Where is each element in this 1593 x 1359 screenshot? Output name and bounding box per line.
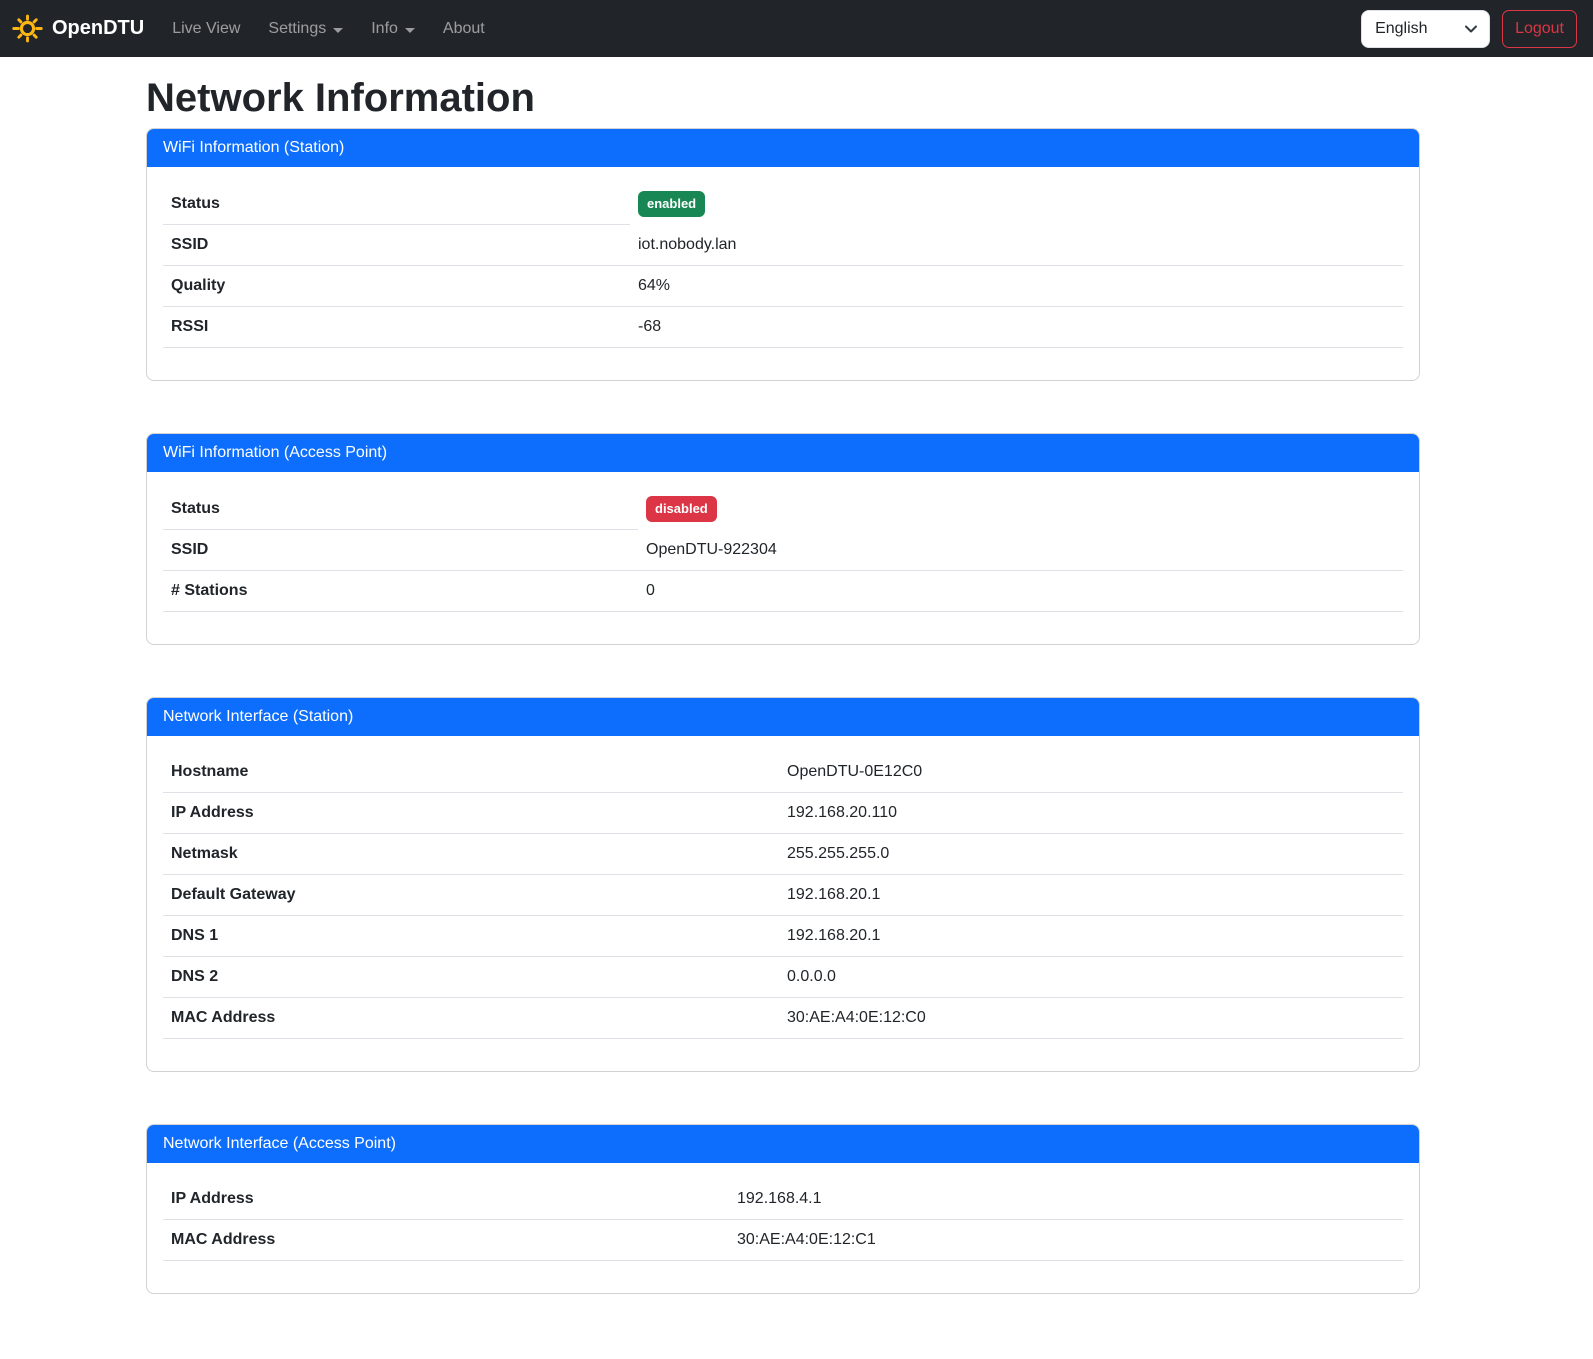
language-select[interactable]: English bbox=[1361, 10, 1490, 48]
row-label: SSID bbox=[163, 225, 630, 266]
row-value: disabled bbox=[638, 488, 1403, 530]
card-header: Network Interface (Access Point) bbox=[147, 1125, 1419, 1163]
info-card: Network Interface (Access Point) IP Addr… bbox=[146, 1124, 1420, 1294]
card-header: WiFi Information (Access Point) bbox=[147, 434, 1419, 472]
row-label: DNS 1 bbox=[163, 916, 779, 957]
nav-item-label: Live View bbox=[172, 20, 240, 38]
row-value: 30:AE:A4:0E:12:C1 bbox=[729, 1220, 1403, 1261]
cards: WiFi Information (Station) Status enable… bbox=[146, 128, 1420, 1294]
row-value: 255.255.255.0 bbox=[779, 834, 1403, 875]
row-value: 192.168.20.110 bbox=[779, 793, 1403, 834]
info-card: WiFi Information (Access Point) Status d… bbox=[146, 433, 1420, 645]
brand-logo[interactable]: OpenDTU bbox=[12, 13, 144, 44]
row-label: Default Gateway bbox=[163, 875, 779, 916]
row-label: IP Address bbox=[163, 793, 779, 834]
row-value: 0 bbox=[638, 571, 1403, 612]
status-badge: enabled bbox=[638, 191, 705, 217]
nav-item-label: About bbox=[443, 20, 485, 38]
card-title: Network Interface (Station) bbox=[163, 708, 353, 725]
nav-item-info[interactable]: Info bbox=[357, 12, 429, 46]
card-body: IP Address 192.168.4.1 MAC Address 30:AE… bbox=[147, 1163, 1419, 1293]
table-row: Status disabled bbox=[163, 488, 1403, 530]
row-value: 64% bbox=[630, 266, 1403, 307]
info-table: Status disabled SSID OpenDTU-922304 # St… bbox=[163, 488, 1403, 612]
card-title: Network Interface (Access Point) bbox=[163, 1135, 396, 1152]
card-header: WiFi Information (Station) bbox=[147, 129, 1419, 167]
nav-menu: Live View Settings Info About bbox=[158, 12, 499, 46]
row-label: RSSI bbox=[163, 307, 630, 348]
table-row: Status enabled bbox=[163, 183, 1403, 225]
table-row: # Stations 0 bbox=[163, 571, 1403, 612]
nav-item-label: Info bbox=[371, 20, 398, 38]
chevron-down-icon bbox=[405, 28, 415, 33]
table-row: MAC Address 30:AE:A4:0E:12:C0 bbox=[163, 998, 1403, 1039]
table-row: SSID iot.nobody.lan bbox=[163, 225, 1403, 266]
card-title: WiFi Information (Station) bbox=[163, 139, 344, 156]
row-value: 30:AE:A4:0E:12:C0 bbox=[779, 998, 1403, 1039]
table-row: RSSI -68 bbox=[163, 307, 1403, 348]
row-value: 192.168.20.1 bbox=[779, 875, 1403, 916]
nav-item-settings[interactable]: Settings bbox=[254, 12, 357, 46]
card-header: Network Interface (Station) bbox=[147, 698, 1419, 736]
nav-item-label: Settings bbox=[268, 20, 326, 38]
language-select-wrap: English bbox=[1361, 10, 1490, 48]
card-body: Status enabled SSID iot.nobody.lan Quali… bbox=[147, 167, 1419, 380]
row-value: OpenDTU-0E12C0 bbox=[779, 752, 1403, 793]
row-value: 192.168.4.1 bbox=[729, 1179, 1403, 1220]
row-label: Status bbox=[163, 488, 638, 530]
page-title: Network Information bbox=[146, 74, 1420, 122]
top-navbar: OpenDTU Live View Settings Info About En… bbox=[0, 0, 1593, 57]
row-label: MAC Address bbox=[163, 1220, 729, 1261]
table-row: Default Gateway 192.168.20.1 bbox=[163, 875, 1403, 916]
info-table: Status enabled SSID iot.nobody.lan Quali… bbox=[163, 183, 1403, 348]
table-row: SSID OpenDTU-922304 bbox=[163, 530, 1403, 571]
info-table: IP Address 192.168.4.1 MAC Address 30:AE… bbox=[163, 1179, 1403, 1261]
info-card: WiFi Information (Station) Status enable… bbox=[146, 128, 1420, 381]
table-row: DNS 1 192.168.20.1 bbox=[163, 916, 1403, 957]
main-content: Network Information WiFi Information (St… bbox=[146, 74, 1420, 1294]
row-label: SSID bbox=[163, 530, 638, 571]
card-title: WiFi Information (Access Point) bbox=[163, 444, 387, 461]
table-row: Quality 64% bbox=[163, 266, 1403, 307]
row-value: iot.nobody.lan bbox=[630, 225, 1403, 266]
nav-item-about[interactable]: About bbox=[429, 12, 499, 46]
chevron-down-icon bbox=[333, 28, 343, 33]
card-body: Status disabled SSID OpenDTU-922304 # St… bbox=[147, 472, 1419, 644]
nav-item-live-view[interactable]: Live View bbox=[158, 12, 254, 46]
row-value: -68 bbox=[630, 307, 1403, 348]
row-label: # Stations bbox=[163, 571, 638, 612]
sun-icon bbox=[12, 13, 43, 44]
table-row: IP Address 192.168.4.1 bbox=[163, 1179, 1403, 1220]
logout-button[interactable]: Logout bbox=[1502, 10, 1577, 48]
row-label: DNS 2 bbox=[163, 957, 779, 998]
row-value: enabled bbox=[630, 183, 1403, 225]
row-label: Quality bbox=[163, 266, 630, 307]
row-value: 192.168.20.1 bbox=[779, 916, 1403, 957]
card-body: Hostname OpenDTU-0E12C0 IP Address 192.1… bbox=[147, 736, 1419, 1071]
table-row: Netmask 255.255.255.0 bbox=[163, 834, 1403, 875]
brand-label: OpenDTU bbox=[52, 17, 144, 40]
status-badge: disabled bbox=[646, 496, 717, 522]
table-row: IP Address 192.168.20.110 bbox=[163, 793, 1403, 834]
row-label: Status bbox=[163, 183, 630, 225]
row-label: Netmask bbox=[163, 834, 779, 875]
row-label: MAC Address bbox=[163, 998, 779, 1039]
navbar-right: English Logout bbox=[1361, 10, 1577, 48]
row-label: Hostname bbox=[163, 752, 779, 793]
row-value: OpenDTU-922304 bbox=[638, 530, 1403, 571]
row-label: IP Address bbox=[163, 1179, 729, 1220]
table-row: MAC Address 30:AE:A4:0E:12:C1 bbox=[163, 1220, 1403, 1261]
row-value: 0.0.0.0 bbox=[779, 957, 1403, 998]
table-row: Hostname OpenDTU-0E12C0 bbox=[163, 752, 1403, 793]
info-table: Hostname OpenDTU-0E12C0 IP Address 192.1… bbox=[163, 752, 1403, 1039]
info-card: Network Interface (Station) Hostname Ope… bbox=[146, 697, 1420, 1072]
table-row: DNS 2 0.0.0.0 bbox=[163, 957, 1403, 998]
